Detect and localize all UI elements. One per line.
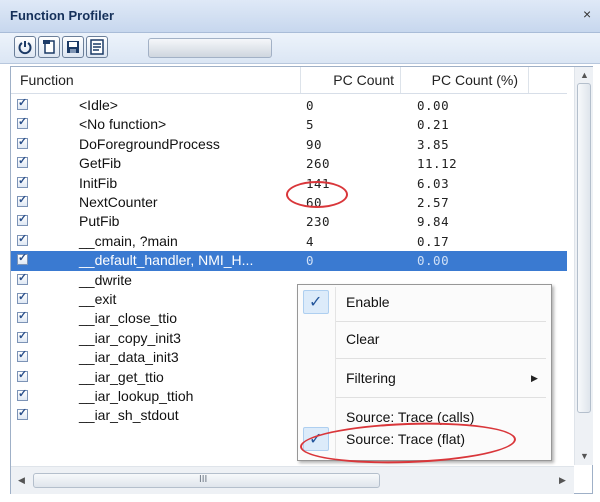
menu-item-clear[interactable]: Clear [298,322,551,358]
row-checkbox[interactable] [17,96,28,110]
row-checkbox[interactable] [17,348,28,363]
window-title: Function Profiler [10,8,114,23]
row-checkbox[interactable] [17,174,28,188]
scroll-grip: III [199,474,208,485]
pc-count-percent: 9.84 [417,214,450,230]
row-checkbox[interactable] [17,387,28,401]
power-icon [18,41,32,55]
column-header-function[interactable]: Function [11,67,301,93]
scroll-up-icon[interactable]: ▲ [580,70,589,80]
table-row[interactable]: __cmain, ?main 4 0.17 [11,232,567,251]
table-row[interactable]: PutFib 230 9.84 [11,212,567,231]
save-button[interactable] [62,36,84,58]
power-button[interactable] [14,36,36,58]
function-name: GetFib [79,155,122,172]
function-name: __cmain, ?main [79,232,178,249]
row-checkbox[interactable] [17,251,28,266]
scroll-down-icon[interactable]: ▼ [580,451,589,461]
pc-count-percent: 11.12 [417,156,458,172]
row-checkbox[interactable] [17,115,28,130]
row-checkbox[interactable] [17,406,28,421]
pc-count: 90 [306,136,323,152]
pc-count-percent: 0.00 [417,253,450,269]
row-checkbox[interactable] [17,154,28,169]
header-divider [11,93,567,94]
row-checkbox[interactable] [17,193,28,207]
view-icon [90,39,104,55]
table-row[interactable]: GetFib 260 11.12 [11,154,567,173]
row-checkbox[interactable] [17,329,28,343]
window-title-bar: Function Profiler × [0,0,600,33]
menu-separator [336,397,546,398]
row-checkbox[interactable] [17,290,28,304]
vertical-scrollbar[interactable]: ▲ ▼ [574,67,593,465]
submenu-arrow-icon: ▶ [531,373,538,383]
row-checkbox[interactable] [17,309,28,324]
function-name: __iar_data_init3 [79,349,179,366]
pc-count-percent: 2.57 [417,195,450,210]
new-window-icon [43,40,55,54]
function-name: <Idle> [79,97,118,113]
menu-item-enable[interactable]: ✓ Enable [298,285,551,321]
function-name: InitFib [79,174,118,191]
toolbar [0,33,600,64]
menu-item-label: Enable [346,294,390,310]
function-name: __iar_copy_init3 [79,329,181,346]
vertical-scroll-thumb[interactable] [577,83,591,413]
function-name: __iar_sh_stdout [79,407,179,424]
scroll-left-icon[interactable]: ◀ [18,475,25,486]
column-header-pc-count[interactable]: PC Count [301,67,401,93]
column-header-pc-percent[interactable]: PC Count (%) [401,67,529,93]
function-name: PutFib [79,213,120,230]
annotation-ellipse-141 [286,181,348,208]
row-checkbox[interactable] [17,368,28,382]
menu-separator [336,358,546,359]
function-name: NextCounter [79,194,158,210]
function-name: DoForegroundProcess [79,135,220,152]
row-checkbox[interactable] [17,212,28,227]
pc-count-percent: 0.21 [417,117,450,133]
function-name: __exit [79,291,117,307]
table-row[interactable]: DoForegroundProcess 90 3.85 [11,135,567,154]
row-checkbox[interactable] [17,232,28,246]
table-row[interactable]: <Idle> 0 0.00 [11,96,567,115]
new-window-button[interactable] [38,36,60,58]
close-icon[interactable]: × [583,6,591,22]
menu-item-label: Filtering [346,370,396,386]
function-name: __iar_close_ttio [79,310,178,327]
pc-count: 0 [306,253,315,269]
pc-count: 0 [306,98,315,113]
pc-count: 230 [306,214,331,230]
save-icon [67,41,79,53]
function-name: __default_handler, NMI_H... [79,252,254,269]
pc-count: 5 [306,117,315,133]
function-name: __iar_get_ttio [79,368,164,385]
pc-count: 4 [306,233,315,249]
view-button[interactable] [86,36,108,58]
pc-count-percent: 6.03 [417,175,450,191]
row-checkbox[interactable] [17,271,28,285]
horizontal-scrollbar[interactable]: ◀ III ▶ [11,466,574,494]
horizontal-scroll-thumb[interactable]: III [33,473,380,488]
pc-count-percent: 0.00 [417,98,450,113]
toolbar-dropdown[interactable] [148,38,272,58]
function-name: __iar_lookup_ttioh [79,388,194,404]
function-name: <No function> [79,116,167,133]
scroll-right-icon[interactable]: ▶ [559,475,566,486]
pc-count: 260 [306,156,331,172]
function-name: __dwrite [79,271,132,288]
pc-count-percent: 0.17 [417,233,450,249]
menu-item-filtering[interactable]: Filtering ▶ [298,361,551,397]
check-icon: ✓ [309,294,323,311]
table-row[interactable]: <No function> 5 0.21 [11,115,567,134]
menu-item-label: Clear [346,331,380,347]
row-checkbox[interactable] [17,135,28,149]
pc-count-percent: 3.85 [417,136,450,152]
table-row[interactable]: __default_handler, NMI_H... 0 0.00 [11,251,567,271]
